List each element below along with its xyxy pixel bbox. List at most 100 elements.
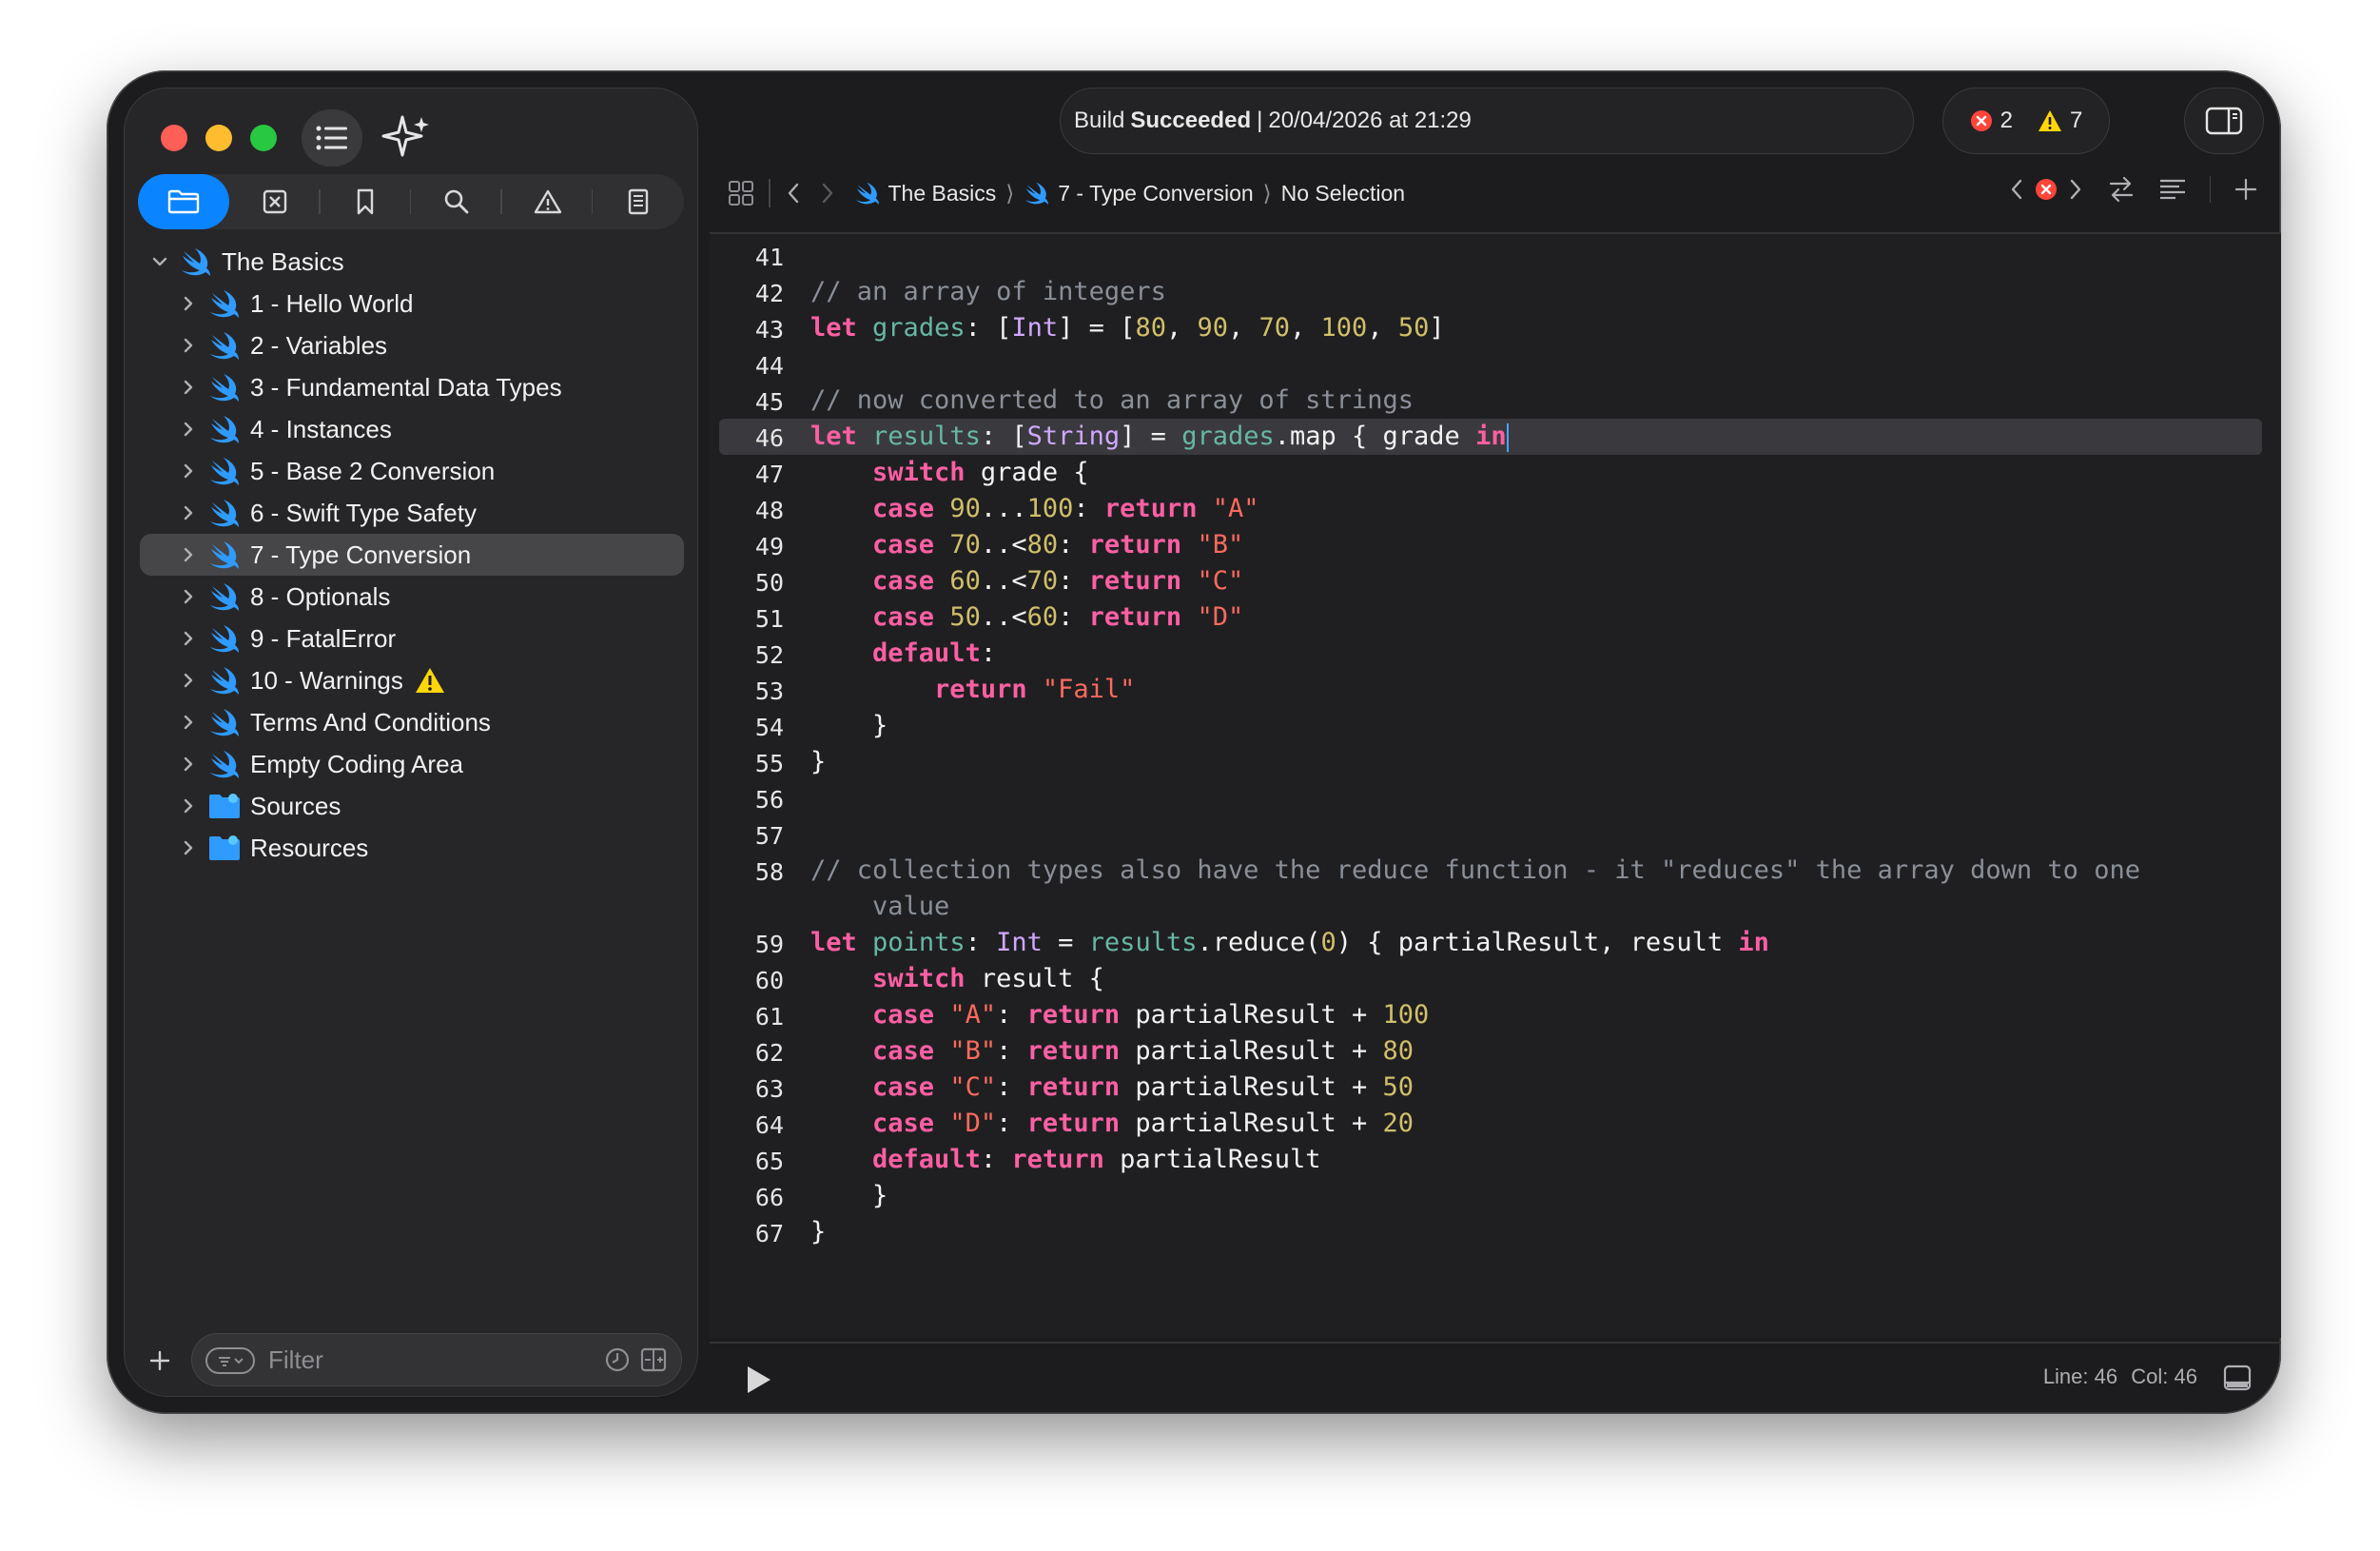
source-editor[interactable]: 41 42 // an array of integers 43 let grades:… bbox=[710, 234, 2281, 1338]
chevron-right-icon[interactable] bbox=[178, 754, 199, 775]
code-line[interactable]: 43 let grades: [Int] = [80, 90, 70, 100, … bbox=[710, 310, 2281, 346]
warning-counter[interactable]: 7 bbox=[2038, 108, 2082, 134]
code-line[interactable]: 47 switch grade { bbox=[710, 455, 2281, 491]
tree-item[interactable]: 3 - Fundamental Data Types bbox=[125, 366, 699, 408]
filter-input[interactable]: Filter bbox=[191, 1333, 682, 1386]
code-line[interactable]: 59 let points: Int = results.reduce(0) { … bbox=[710, 925, 2281, 961]
chevron-right-icon[interactable] bbox=[178, 502, 199, 523]
breadcrumb-project[interactable]: The Basics bbox=[854, 181, 996, 206]
tree-item[interactable]: 2 - Variables bbox=[125, 324, 699, 366]
error-icon[interactable] bbox=[2035, 178, 2058, 201]
code-line[interactable]: 62 case "B": return partialResult + 80 bbox=[710, 1033, 2281, 1070]
toggle-navigator-button[interactable] bbox=[302, 109, 362, 167]
issue-counters[interactable]: 2 7 bbox=[1942, 88, 2110, 154]
code-token: return bbox=[1026, 1036, 1121, 1066]
add-editor-icon[interactable] bbox=[2234, 177, 2258, 202]
chevron-right-icon[interactable] bbox=[178, 628, 199, 649]
code-token: ... bbox=[980, 494, 1027, 523]
tree-item[interactable]: Empty Coding Area bbox=[125, 743, 699, 785]
editor-options-icon[interactable] bbox=[2158, 177, 2187, 202]
debug-area-toggle-icon[interactable] bbox=[2222, 1363, 2253, 1393]
code-line[interactable]: 42 // an array of integers bbox=[710, 274, 2281, 310]
code-line[interactable]: 66 } bbox=[710, 1178, 2281, 1214]
code-line[interactable]: 41 bbox=[710, 238, 2281, 274]
clock-icon[interactable] bbox=[603, 1345, 632, 1374]
code-line[interactable]: 48 case 90...100: return "A" bbox=[710, 491, 2281, 527]
tab-reports[interactable] bbox=[593, 174, 684, 229]
zoom-window-button[interactable] bbox=[250, 125, 277, 151]
tree-item[interactable]: 1 - Hello World bbox=[125, 283, 699, 324]
build-status-field[interactable]: Build Succeeded | 20/04/2026 at 21:29 bbox=[1060, 88, 1914, 154]
tree-item[interactable]: 5 - Base 2 Conversion bbox=[125, 450, 699, 492]
tab-bookmarks[interactable] bbox=[321, 174, 412, 229]
minimize-window-button[interactable] bbox=[205, 125, 232, 151]
chevron-right-icon[interactable] bbox=[178, 544, 199, 565]
code-line[interactable]: 63 case "C": return partialResult + 50 bbox=[710, 1070, 2281, 1106]
chevron-right-icon[interactable] bbox=[178, 335, 199, 356]
code-line[interactable]: 51 case 50..<60: return "D" bbox=[710, 599, 2281, 636]
code-line[interactable]: 44 bbox=[710, 346, 2281, 383]
tree-item[interactable]: 4 - Instances bbox=[125, 408, 699, 450]
tab-issues[interactable] bbox=[502, 174, 594, 229]
code-line[interactable]: 57 bbox=[710, 816, 2281, 853]
chevron-right-icon[interactable] bbox=[178, 461, 199, 481]
tree-item[interactable]: 10 - Warnings bbox=[125, 659, 699, 701]
next-issue-icon[interactable] bbox=[2067, 177, 2084, 202]
code-line[interactable]: 45 // now converted to an array of string… bbox=[710, 383, 2281, 419]
code-line[interactable]: 61 case "A": return partialResult + 100 bbox=[710, 997, 2281, 1033]
swap-arrows-icon[interactable] bbox=[2107, 175, 2136, 204]
chevron-right-icon[interactable] bbox=[178, 837, 199, 858]
filter-options-icon[interactable] bbox=[205, 1347, 255, 1374]
code-line[interactable]: 64 case "D": return partialResult + 20 bbox=[710, 1106, 2281, 1142]
tree-item-label: 8 - Optionals bbox=[250, 581, 391, 611]
chevron-right-icon[interactable] bbox=[178, 670, 199, 691]
code-line[interactable]: 52 default: bbox=[710, 636, 2281, 672]
add-file-button[interactable] bbox=[140, 1341, 180, 1381]
breadcrumb-symbol[interactable]: No Selection bbox=[1281, 181, 1405, 206]
code-line[interactable]: 67} bbox=[710, 1214, 2281, 1250]
tree-item[interactable]: 9 - FatalError bbox=[125, 618, 699, 659]
grid-icon[interactable] bbox=[727, 179, 755, 207]
tree-item[interactable]: 7 - Type Conversion bbox=[140, 534, 684, 576]
chevron-right-icon[interactable] bbox=[178, 293, 199, 314]
chevron-right-icon[interactable] bbox=[178, 712, 199, 733]
tree-root[interactable]: The Basics bbox=[125, 241, 699, 283]
code-line[interactable]: 55} bbox=[710, 744, 2281, 780]
tree-item[interactable]: 6 - Swift Type Safety bbox=[125, 492, 699, 534]
previous-issue-icon[interactable] bbox=[2008, 177, 2025, 202]
chevron-right-icon[interactable] bbox=[178, 377, 199, 398]
code-line[interactable]: 54 } bbox=[710, 708, 2281, 744]
close-window-button[interactable] bbox=[161, 125, 187, 151]
code-line[interactable]: 50 case 60..<70: return "C" bbox=[710, 563, 2281, 599]
code-line[interactable]: 60 switch result { bbox=[710, 961, 2281, 997]
code-line[interactable]: 56 bbox=[710, 780, 2281, 816]
text-cursor bbox=[1506, 422, 1509, 452]
diff-square-icon[interactable] bbox=[639, 1345, 668, 1374]
chevron-right-icon[interactable] bbox=[178, 586, 199, 607]
code-line[interactable]: value bbox=[710, 889, 2281, 925]
code-token: ] = [ bbox=[1058, 313, 1136, 343]
tree-item[interactable]: Sources bbox=[125, 785, 699, 827]
tree-item[interactable]: Terms And Conditions bbox=[125, 701, 699, 743]
tab-source-control[interactable] bbox=[229, 174, 321, 229]
code-line[interactable]: 53 return "Fail" bbox=[710, 672, 2281, 708]
code-line[interactable]: 49 case 70..<80: return "B" bbox=[710, 527, 2281, 563]
forward-chevron-icon[interactable] bbox=[816, 181, 837, 206]
toggle-inspector-button[interactable] bbox=[2184, 88, 2264, 154]
tab-project-navigator[interactable] bbox=[138, 174, 229, 229]
tree-item[interactable]: 8 - Optionals bbox=[125, 576, 699, 618]
breadcrumb-file[interactable]: 7 - Type Conversion bbox=[1024, 181, 1254, 206]
chevron-down-icon[interactable] bbox=[149, 251, 170, 272]
tab-find[interactable] bbox=[411, 174, 502, 229]
code-line[interactable]: 58 // collection types also have the redu… bbox=[710, 853, 2281, 889]
error-counter[interactable]: 2 bbox=[1970, 108, 2013, 134]
run-play-icon[interactable] bbox=[738, 1361, 776, 1399]
back-chevron-icon[interactable] bbox=[784, 181, 805, 206]
sparkle-icon[interactable] bbox=[380, 111, 433, 165]
tree-item[interactable]: Resources bbox=[125, 827, 699, 869]
chevron-right-icon[interactable] bbox=[178, 419, 199, 440]
current-code-line[interactable]: 46 let results: [String] = grades.map { g… bbox=[719, 419, 2262, 455]
code-line[interactable]: 65 default: return partialResult bbox=[710, 1142, 2281, 1178]
chevron-right-icon[interactable] bbox=[178, 795, 199, 816]
code-text: // collection types also have the reduce… bbox=[810, 855, 2140, 885]
